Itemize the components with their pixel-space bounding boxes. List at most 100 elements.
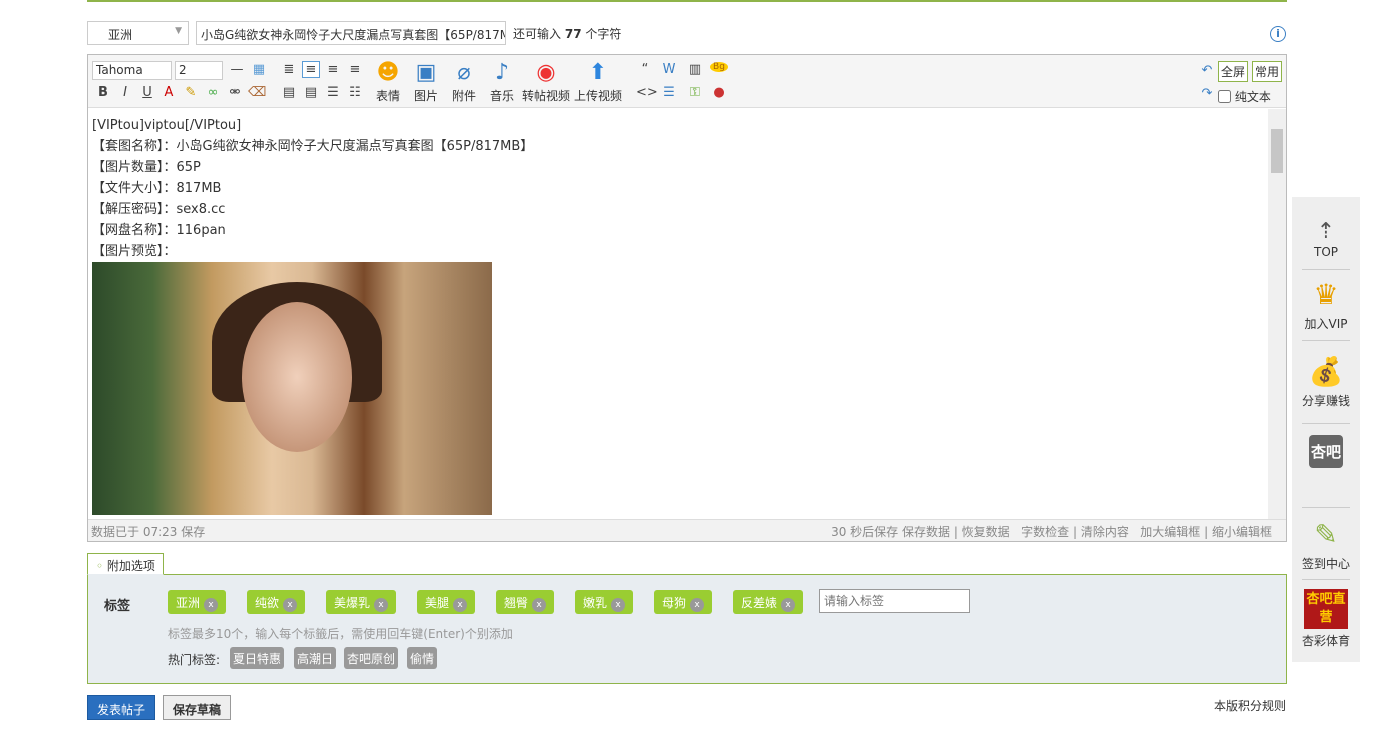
- remove-tag-icon[interactable]: x: [283, 598, 298, 612]
- tag-chip[interactable]: 嫩乳 x: [575, 590, 634, 614]
- preview-image: [92, 262, 492, 515]
- ordered-list-icon[interactable]: ☰: [324, 85, 342, 100]
- key-icon[interactable]: ⚿: [686, 85, 704, 100]
- xingba-logo-button[interactable]: 杏吧: [1292, 435, 1360, 468]
- attach-button[interactable]: ⌀ 附件: [452, 59, 476, 104]
- content-line: 【解压密码】：sex8.cc: [92, 202, 226, 217]
- tag-chip[interactable]: 美爆乳 x: [326, 590, 397, 614]
- image-button[interactable]: ▣ 图片: [414, 59, 438, 104]
- common-button[interactable]: 常用: [1252, 61, 1283, 82]
- size-select[interactable]: 2: [175, 61, 223, 80]
- checkin-button[interactable]: ✎ 签到中心: [1292, 515, 1360, 572]
- share-label: 分享赚钱: [1301, 394, 1350, 408]
- highlight-icon[interactable]: ✎: [182, 85, 200, 100]
- remove-tag-icon[interactable]: x: [204, 598, 219, 612]
- rules-link[interactable]: 本版积分规则: [1214, 697, 1286, 714]
- clear-format-icon[interactable]: ⌫: [248, 85, 266, 100]
- extra-options-panel: 标签 亚洲x 纯欲x 美爆乳x 美腿x 翘臀x 嫩乳x 母狗x 反差婊x 标签最…: [87, 574, 1287, 684]
- category-select[interactable]: 亚洲 ▼: [87, 21, 189, 45]
- plain-text-toggle[interactable]: 纯文本: [1218, 88, 1271, 105]
- editor-content[interactable]: [VIPtou]viptou[/VIPtou] 【套图名称】：小岛G纯欲女神永岡…: [88, 109, 1268, 519]
- hot-tag[interactable]: 偷情: [407, 647, 438, 669]
- clear-content-link[interactable]: 清除内容: [1081, 525, 1129, 539]
- unordered-list-icon[interactable]: ☷: [346, 85, 364, 100]
- tag-chip[interactable]: 亚洲 x: [168, 590, 227, 614]
- remove-tag-icon[interactable]: x: [781, 598, 796, 612]
- save-draft-button[interactable]: 保存草稿: [163, 695, 232, 720]
- post-button[interactable]: 发表帖子: [87, 695, 156, 720]
- hot-tag[interactable]: 夏日特惠: [230, 647, 285, 669]
- music-button[interactable]: ♪ 音乐: [490, 59, 514, 104]
- word-check-link[interactable]: 字数检查: [1021, 525, 1069, 539]
- table-icon[interactable]: ▦: [250, 62, 268, 77]
- top-accent-line: [87, 0, 1287, 2]
- tag-text: 美腿: [425, 596, 450, 610]
- upload-video-button[interactable]: ⬆ 上传视频: [574, 59, 622, 104]
- align-justify-icon[interactable]: ≣: [280, 62, 298, 77]
- tag-chip[interactable]: 纯欲 x: [247, 590, 306, 614]
- save-data-link[interactable]: 保存数据: [902, 525, 950, 539]
- hot-tag[interactable]: 杏吧原创: [344, 647, 399, 669]
- shrink-editor-link[interactable]: 缩小编辑框: [1212, 525, 1272, 539]
- remove-tag-icon[interactable]: x: [453, 598, 468, 612]
- tags-hint: 标签最多10个，输入每个标籤后，需使用回车键(Enter)个别添加: [168, 627, 513, 641]
- share-earn-button[interactable]: 💰 分享赚钱: [1292, 352, 1360, 409]
- align-left-icon[interactable]: ≡: [302, 61, 320, 78]
- indent-icon[interactable]: ☰: [660, 85, 678, 100]
- qq-icon[interactable]: ●: [710, 85, 728, 100]
- info-icon[interactable]: i: [1270, 26, 1286, 42]
- background-icon[interactable]: Bg: [710, 62, 728, 72]
- emoji-button[interactable]: ☻ 表情: [376, 59, 400, 104]
- tag-chip[interactable]: 母狗 x: [654, 590, 713, 614]
- float-left-icon[interactable]: ▤: [280, 85, 298, 100]
- scrollbar-thumb[interactable]: [1271, 129, 1283, 173]
- sports-label: 杏彩体育: [1301, 634, 1350, 648]
- back-to-top-button[interactable]: ⇡ TOP: [1292, 219, 1360, 259]
- unlink-icon[interactable]: ⚮: [226, 85, 244, 100]
- tag-chip[interactable]: 美腿 x: [417, 590, 476, 614]
- remove-tag-icon[interactable]: x: [690, 598, 705, 612]
- hr-icon[interactable]: —: [228, 62, 246, 77]
- quote-icon[interactable]: “: [636, 62, 654, 77]
- tag-text: 美爆乳: [334, 596, 371, 610]
- repost-video-button[interactable]: ◉ 转帖视频: [522, 59, 570, 104]
- tags-label: 标签: [104, 599, 131, 614]
- word-paste-icon[interactable]: W: [660, 62, 678, 77]
- underline-icon[interactable]: U: [138, 85, 156, 100]
- remove-tag-icon[interactable]: x: [532, 598, 547, 612]
- italic-icon[interactable]: I: [116, 85, 134, 100]
- tag-chip[interactable]: 翘臀 x: [496, 590, 555, 614]
- columns-icon[interactable]: ▥: [686, 62, 704, 77]
- code-icon[interactable]: <>: [636, 85, 658, 100]
- tag-input[interactable]: [819, 589, 970, 613]
- restore-data-link[interactable]: 恢复数据: [962, 525, 1010, 539]
- tag-chip[interactable]: 反差婊 x: [733, 590, 804, 614]
- sports-button[interactable]: 杏吧直营 杏彩体育: [1292, 589, 1360, 649]
- remaining-chars: 还可输入 77 个字符: [513, 25, 621, 42]
- join-vip-button[interactable]: ♛ 加入VIP: [1292, 275, 1360, 332]
- sports-logo: 杏吧直营: [1304, 589, 1348, 629]
- remove-tag-icon[interactable]: x: [611, 598, 626, 612]
- align-center-icon[interactable]: ≡: [324, 62, 342, 77]
- content-line: 【文件大小】：817MB: [92, 181, 222, 196]
- link-icon[interactable]: ∞: [204, 85, 222, 100]
- font-color-icon[interactable]: A: [160, 85, 178, 100]
- title-input[interactable]: 小岛G纯欲女神永岡怜子大尺度漏点写真套图【65P/817M: [196, 21, 506, 45]
- editor-scrollbar[interactable]: [1268, 109, 1286, 519]
- remove-tag-icon[interactable]: x: [374, 598, 389, 612]
- undo-icon[interactable]: ↶: [1198, 63, 1216, 78]
- font-select[interactable]: Tahoma: [92, 61, 172, 80]
- fullscreen-button[interactable]: 全屏: [1218, 61, 1249, 82]
- bold-icon[interactable]: B: [94, 85, 112, 100]
- align-right-icon[interactable]: ≡: [346, 62, 364, 77]
- tab-extra-options[interactable]: ◦ 附加选项: [87, 553, 164, 575]
- content-line: 【图片预览】：: [92, 244, 177, 259]
- tag-text: 纯欲: [255, 596, 280, 610]
- arrow-up-icon: ⇡: [1316, 219, 1336, 244]
- redo-icon[interactable]: ↷: [1198, 86, 1216, 101]
- enlarge-editor-link[interactable]: 加大编辑框: [1140, 525, 1200, 539]
- hot-tag[interactable]: 高潮日: [294, 647, 337, 669]
- font-value: Tahoma: [96, 63, 143, 77]
- plain-text-checkbox[interactable]: [1218, 90, 1231, 103]
- float-right-icon[interactable]: ▤: [302, 85, 320, 100]
